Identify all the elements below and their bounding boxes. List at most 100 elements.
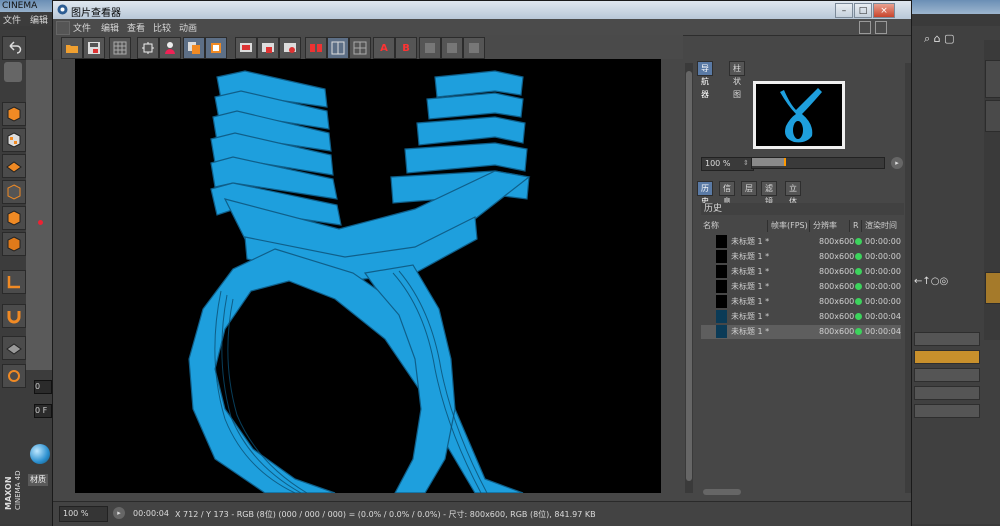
history-horizontal-scrollbar[interactable] [703, 489, 741, 495]
vtab-2[interactable] [985, 100, 1000, 132]
col-r[interactable]: R [851, 220, 862, 232]
tab-info[interactable]: 信息 [719, 181, 735, 206]
history-row-resolution: 800x600 [819, 252, 855, 261]
minimize-button[interactable]: – [835, 3, 853, 18]
material-label[interactable]: 材质 [28, 474, 48, 486]
status-pixel-info: X 712 / Y 173 - RGB (8位) (000 / 000 / 00… [175, 510, 596, 519]
panel-split-icon[interactable] [875, 21, 887, 34]
point-cube-icon[interactable] [2, 206, 26, 230]
panel-scrollbar[interactable] [905, 63, 911, 493]
window-title-bar[interactable]: 图片查看器 – □ × [53, 1, 911, 19]
channel-r-icon[interactable] [419, 37, 441, 59]
split-view-icon[interactable] [327, 37, 349, 59]
panel-layout-icon[interactable] [859, 21, 871, 34]
menu-file[interactable]: 文件 [73, 21, 91, 34]
material-preview-sphere[interactable] [30, 444, 50, 464]
layer-icon[interactable] [205, 37, 227, 59]
navigator-play-icon[interactable]: ▸ [891, 157, 903, 169]
ab-a-icon[interactable]: A [373, 37, 395, 59]
col-fps[interactable]: 帧率(FPS) [769, 220, 810, 232]
history-row[interactable]: 未标题 1 * 800x600 00:00:04 [701, 310, 901, 324]
history-row-name: 未标题 1 * [731, 297, 770, 306]
tab-histogram[interactable]: 柱状图 [729, 61, 745, 99]
col-resolution[interactable]: 分辨率 [811, 220, 850, 232]
attr-field-5[interactable] [914, 404, 980, 418]
history-row-selected[interactable]: 未标题 1 * 800x600 00:00:04 [701, 325, 901, 339]
tab-stereo[interactable]: 立体 [785, 181, 801, 206]
navigator-zoom-slider-marker[interactable] [784, 158, 786, 166]
c4d-object-icon[interactable] [4, 62, 22, 82]
channel-b-icon[interactable] [463, 37, 485, 59]
history-row[interactable]: 未标题 1 * 800x600 00:00:00 [701, 265, 901, 279]
col-render-time[interactable]: 渲染时间 [863, 220, 903, 232]
history-row[interactable]: 未标题 1 * 800x600 00:00:00 [701, 235, 901, 249]
tab-filters[interactable]: 滤镜 [761, 181, 777, 206]
close-button[interactable]: × [873, 3, 895, 18]
attr-field-1[interactable] [914, 332, 980, 346]
copy-icon[interactable] [183, 37, 205, 59]
grid-view-icon[interactable] [349, 37, 371, 59]
navigator-thumbnail[interactable] [756, 84, 842, 146]
vtab-3[interactable] [985, 272, 1000, 304]
history-row-resolution: 800x600 [819, 297, 855, 306]
toolbar: A B [53, 35, 683, 59]
compare-icon[interactable] [305, 37, 327, 59]
history-row[interactable]: 未标题 1 * 800x600 00:00:00 [701, 250, 901, 264]
tab-layers[interactable]: 层 [741, 181, 757, 196]
crop-icon[interactable] [235, 37, 257, 59]
canvas-scrollbar-thumb[interactable] [686, 71, 692, 481]
frame-field-1[interactable]: 0 [34, 380, 52, 394]
stop-icon[interactable] [279, 37, 301, 59]
attr-field-4[interactable] [914, 386, 980, 400]
open-icon[interactable] [61, 37, 83, 59]
maximize-button[interactable]: □ [854, 3, 872, 18]
tab-history[interactable]: 历史 [697, 181, 713, 206]
magnet-icon[interactable] [2, 304, 26, 328]
history-row[interactable]: 未标题 1 * 800x600 00:00:00 [701, 295, 901, 309]
c4d-menu-file[interactable]: 文件 [3, 13, 21, 26]
user-icon[interactable] [159, 37, 181, 59]
menu-animation[interactable]: 动画 [179, 21, 197, 34]
render-canvas[interactable] [75, 59, 661, 494]
cube-icon[interactable] [2, 102, 26, 126]
save-icon[interactable] [83, 37, 105, 59]
status-play-icon[interactable]: ▸ [113, 507, 125, 519]
axis-icon[interactable] [2, 270, 26, 294]
history-row-thumbnail [716, 295, 727, 308]
lock-grid-icon[interactable] [2, 336, 26, 360]
render-status-dot [855, 268, 862, 275]
undo-icon[interactable] [2, 36, 26, 60]
stack-icon[interactable] [257, 37, 279, 59]
history-row-thumbnail [716, 325, 727, 338]
menu-bar: 文件 编辑 查看 比较 动画 [53, 19, 911, 36]
edge-cube-icon[interactable] [2, 180, 26, 204]
fit-icon[interactable] [137, 37, 159, 59]
zoom-stepper-icon[interactable]: ⇕ [743, 159, 749, 167]
menu-compare[interactable]: 比较 [153, 21, 171, 34]
frame-field-2[interactable]: 0 F [34, 404, 52, 418]
c4d-attr-tools: ←↑○◎ [914, 276, 949, 287]
channel-g-icon[interactable] [441, 37, 463, 59]
workplane-icon[interactable] [2, 364, 26, 388]
window-title: 图片查看器 [71, 8, 121, 19]
checker-cube-icon[interactable] [2, 128, 26, 152]
c4d-viewport-strip [26, 60, 52, 370]
attr-field-3[interactable] [914, 368, 980, 382]
tab-navigator[interactable]: 导航器 [697, 61, 713, 99]
attr-field-2[interactable] [914, 350, 980, 364]
menu-view[interactable]: 查看 [127, 21, 145, 34]
ab-b-icon[interactable]: B [395, 37, 417, 59]
history-row-time: 00:00:04 [865, 327, 901, 336]
menu-edit[interactable]: 编辑 [101, 21, 119, 34]
history-row[interactable]: 未标题 1 * 800x600 00:00:00 [701, 280, 901, 294]
c4d-menu-edit[interactable]: 编辑 [30, 13, 48, 26]
vtab-1[interactable] [985, 60, 1000, 98]
status-zoom-field[interactable]: 100 % [59, 506, 108, 522]
menu-app-icon[interactable] [56, 21, 70, 35]
solid-cube-icon[interactable] [2, 232, 26, 256]
polygon-icon[interactable] [2, 154, 26, 178]
col-name[interactable]: 名称 [701, 220, 768, 232]
history-row-thumbnail [716, 250, 727, 263]
history-row-thumbnail [716, 280, 727, 293]
grid-icon[interactable] [109, 37, 131, 59]
